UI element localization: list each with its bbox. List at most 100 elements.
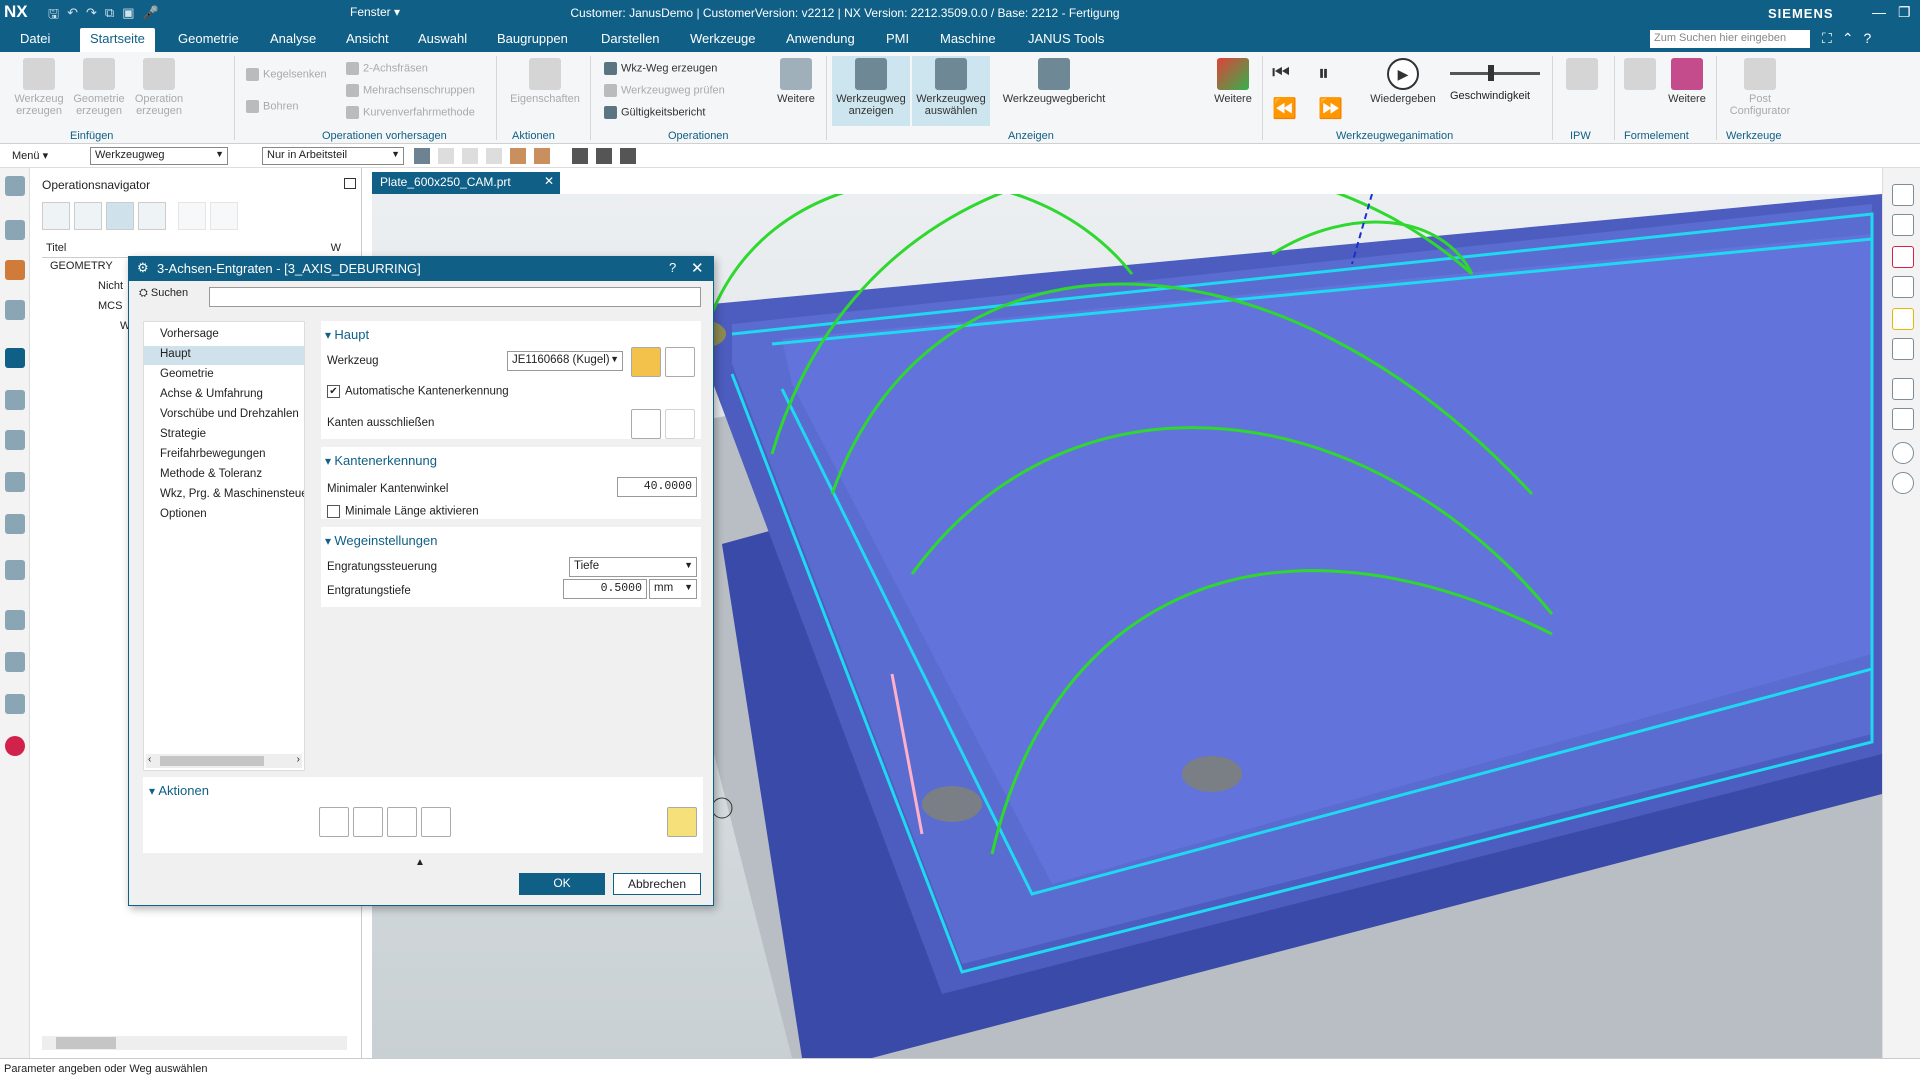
select-path-icon[interactable] <box>667 807 697 837</box>
two-axis-milling-button[interactable]: 2-Achsfräsen <box>346 62 428 75</box>
hide-icon[interactable] <box>620 148 636 164</box>
rewind-icon[interactable]: ⏪ <box>1272 96 1297 121</box>
page-list-scrollbar[interactable]: ‹ › <box>146 754 302 768</box>
tree-node-mcs[interactable]: MCS <box>98 300 122 312</box>
web-browser-icon[interactable] <box>5 560 25 580</box>
body-icon[interactable] <box>510 148 526 164</box>
tab-anwendung[interactable]: Anwendung <box>786 31 855 46</box>
constraint-navigator-icon[interactable] <box>5 300 25 320</box>
page-vorhersage[interactable]: Vorhersage <box>144 326 304 345</box>
page-optionen[interactable]: Optionen <box>144 506 304 525</box>
tab-werkzeuge[interactable]: Werkzeuge <box>690 31 756 46</box>
restore-icon[interactable]: ❐ <box>1898 4 1911 21</box>
snap-point-icon[interactable] <box>462 148 478 164</box>
dialog-search-input[interactable] <box>209 287 701 307</box>
tab-janus-tools[interactable]: JANUS Tools <box>1028 31 1104 46</box>
tool-holder-icon[interactable] <box>1892 214 1914 236</box>
step-back-icon[interactable]: ⏮ <box>1272 62 1290 85</box>
tree-node-unused[interactable]: Nicht <box>98 280 123 292</box>
menu-button[interactable]: Menü ▾ <box>12 149 48 162</box>
section-kantenerkennung[interactable]: Kantenerkennung <box>325 453 437 468</box>
tab-analyse[interactable]: Analyse <box>270 31 316 46</box>
deburr-depth-input[interactable]: 0.5000 <box>563 579 647 599</box>
list-icon[interactable] <box>421 807 451 837</box>
path-icon[interactable] <box>1892 246 1914 268</box>
roles-icon[interactable] <box>5 694 25 714</box>
navigator-scrollbar[interactable] <box>42 1036 347 1050</box>
highlight-icon[interactable] <box>1892 308 1914 330</box>
validity-report-button[interactable]: Gültigkeitsbericht <box>604 106 705 119</box>
tab-startseite[interactable]: Startseite <box>80 28 155 52</box>
machine-tool-navigator-icon[interactable] <box>5 390 25 410</box>
close-tab-icon[interactable]: ✕ <box>544 174 554 188</box>
properties-button[interactable]: Eigenschaften <box>508 58 582 105</box>
select-edges-button[interactable] <box>631 409 661 439</box>
command-search-input[interactable]: Zum Suchen hier eingeben <box>1650 30 1810 48</box>
auto-edge-detection-checkbox[interactable]: ✔ Automatische Kantenerkennung <box>327 385 509 398</box>
collapse-icon[interactable] <box>210 202 238 230</box>
tab-ansicht[interactable]: Ansicht <box>346 31 389 46</box>
dialog-title-bar[interactable]: ⚙ 3-Achsen-Entgraten - [3_AXIS_DEBURRING… <box>129 257 713 281</box>
post-configurator-button[interactable]: Post Configurator <box>1722 58 1798 117</box>
snap-curve-icon[interactable] <box>486 148 502 164</box>
tab-datei[interactable]: Datei <box>20 31 50 46</box>
feature-button[interactable] <box>1622 58 1658 93</box>
create-geometry-button[interactable]: Geometrie erzeugen <box>70 58 128 117</box>
expand-icon[interactable] <box>178 202 206 230</box>
scope-select[interactable]: Nur in Arbeitsteil ▼ <box>262 147 404 165</box>
show-toolpath-button[interactable]: Werkzeugweg anzeigen <box>832 56 910 126</box>
show-icon[interactable] <box>596 148 612 164</box>
speed-slider[interactable] <box>1450 65 1540 81</box>
multi-axis-roughing-button[interactable]: Mehrachsenschruppen <box>346 84 475 97</box>
process-studio-icon[interactable] <box>5 652 25 672</box>
machining-method-view-icon[interactable] <box>138 202 166 230</box>
cancel-button[interactable]: Abbrechen <box>613 873 701 895</box>
create-tool-button[interactable]: Werkzeug erzeugen <box>10 58 68 117</box>
feature-more-button[interactable]: Weitere <box>1664 58 1710 105</box>
maximize-panel-icon[interactable] <box>344 178 356 189</box>
generate-toolpath-button[interactable]: Wkz-Weg erzeugen <box>604 62 717 75</box>
dialog-help-button[interactable]: ? <box>669 260 676 275</box>
operations-more-button[interactable]: Weitere <box>772 58 820 105</box>
deburr-control-select[interactable]: Tiefe ▼ <box>569 557 697 577</box>
drilling-button[interactable]: Bohren <box>246 100 298 113</box>
collapse-ribbon-icon[interactable]: ⌃ <box>1842 30 1854 47</box>
show-edges-button[interactable] <box>665 409 695 439</box>
play-button[interactable]: ▶ Wiedergeben <box>1360 58 1446 105</box>
forward-icon[interactable]: ⏩ <box>1318 96 1343 121</box>
page-wkz-prg[interactable]: Wkz, Prg. & Maschinensteuerung <box>144 486 304 505</box>
select-toolpath-button[interactable]: Werkzeugweg auswählen <box>912 56 990 126</box>
section-aktionen[interactable]: Aktionen <box>149 783 209 798</box>
program-order-view-icon[interactable] <box>42 202 70 230</box>
help-side-icon[interactable] <box>1892 472 1914 494</box>
verify-toolpath-button[interactable]: Werkzeugweg prüfen <box>604 84 725 97</box>
tab-baugruppen[interactable]: Baugruppen <box>497 31 568 46</box>
ok-button[interactable]: OK <box>519 873 605 895</box>
reuse-library-icon[interactable] <box>5 472 25 492</box>
dialog-close-icon[interactable]: ✕ <box>691 259 704 277</box>
tab-geometrie[interactable]: Geometrie <box>178 31 239 46</box>
tab-maschine[interactable]: Maschine <box>940 31 996 46</box>
page-achse[interactable]: Achse & Umfahrung <box>144 386 304 405</box>
snap-icon[interactable] <box>438 148 454 164</box>
machine-tool-view-icon[interactable] <box>74 202 102 230</box>
filter-icon[interactable] <box>414 148 430 164</box>
hide-icon[interactable] <box>1892 338 1914 360</box>
operation-navigator-icon[interactable] <box>5 348 25 368</box>
ipw-button[interactable] <box>1562 58 1602 93</box>
hd3d-icon[interactable] <box>5 514 25 534</box>
depth-unit-select[interactable]: mm ▼ <box>649 579 697 599</box>
collapse-arrow-icon[interactable]: ▲ <box>415 857 425 868</box>
mcs-view-icon[interactable] <box>1892 408 1914 430</box>
section-haupt[interactable]: Haupt <box>325 327 369 342</box>
page-haupt[interactable]: Haupt <box>144 346 304 365</box>
gear-icon[interactable]: ⚙ <box>137 260 149 276</box>
min-length-checkbox[interactable]: Minimale Länge aktivieren <box>327 505 479 518</box>
part-navigator-icon[interactable] <box>5 220 25 240</box>
page-vorschuebe[interactable]: Vorschübe und Drehzahlen <box>144 406 304 425</box>
measure-icon[interactable] <box>1892 276 1914 298</box>
display-tool-button[interactable] <box>665 347 695 377</box>
min-edge-angle-input[interactable]: 40.0000 <box>617 477 697 497</box>
create-operation-button[interactable]: Operation erzeugen <box>130 58 188 117</box>
toolpath-report-button[interactable]: Werkzeugwegbericht <box>996 58 1112 105</box>
